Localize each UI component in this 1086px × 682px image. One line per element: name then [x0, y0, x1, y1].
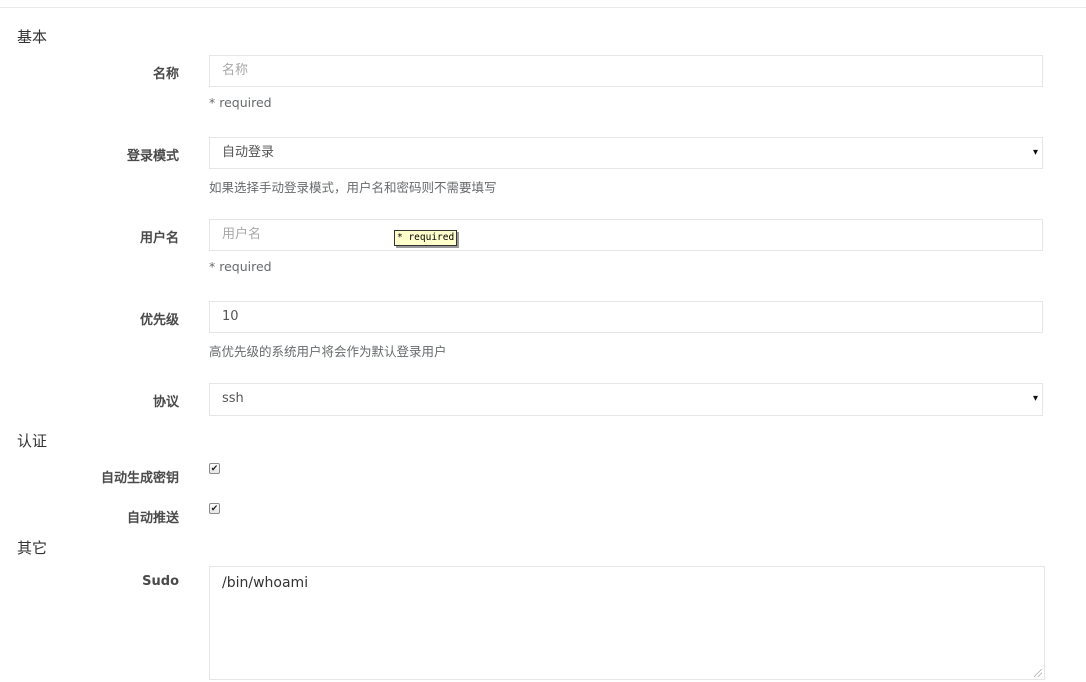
- login-mode-help: 如果选择手动登录模式，用户名和密码则不需要填写: [209, 180, 497, 195]
- login-mode-label: 登录模式: [126, 149, 179, 164]
- login-mode-select[interactable]: 自动登录 ▾: [209, 137, 1043, 169]
- chevron-down-icon: ▾: [1032, 147, 1038, 158]
- priority-input[interactable]: 10: [209, 301, 1043, 333]
- checkmark-icon: ✔: [210, 464, 219, 474]
- name-input[interactable]: 名称: [209, 55, 1043, 87]
- sudo-value: /bin/whoami: [222, 575, 309, 591]
- username-help: * required: [209, 259, 272, 274]
- login-mode-value: 自动登录: [222, 145, 275, 160]
- sudo-textarea[interactable]: /bin/whoami: [209, 566, 1045, 680]
- auto-generate-key-checkbox[interactable]: ✔: [209, 463, 220, 474]
- protocol-value: ssh: [222, 391, 244, 406]
- priority-help: 高优先级的系统用户将会作为默认登录用户: [209, 344, 447, 359]
- protocol-label: 协议: [152, 395, 179, 410]
- required-tooltip: * required: [394, 230, 458, 246]
- checkmark-icon: ✔: [210, 504, 219, 514]
- auto-push-checkbox[interactable]: ✔: [209, 503, 220, 514]
- auto-generate-key-label: 自动生成密钥: [100, 471, 179, 486]
- section-title-auth: 认证: [17, 432, 48, 450]
- top-divider: [0, 7, 1086, 8]
- section-title-other: 其它: [17, 539, 48, 557]
- username-label: 用户名: [139, 231, 179, 246]
- protocol-select[interactable]: ssh ▾: [209, 383, 1043, 416]
- username-input[interactable]: 用户名: [209, 219, 1043, 251]
- chevron-down-icon: ▾: [1032, 393, 1038, 404]
- sudo-label: Sudo: [142, 574, 179, 589]
- section-title-basic: 基本: [17, 28, 48, 46]
- auto-push-label: 自动推送: [126, 511, 179, 526]
- priority-label: 优先级: [139, 313, 179, 328]
- resize-grip-icon[interactable]: [1034, 669, 1042, 677]
- name-help: * required: [209, 95, 272, 110]
- name-label: 名称: [152, 67, 179, 82]
